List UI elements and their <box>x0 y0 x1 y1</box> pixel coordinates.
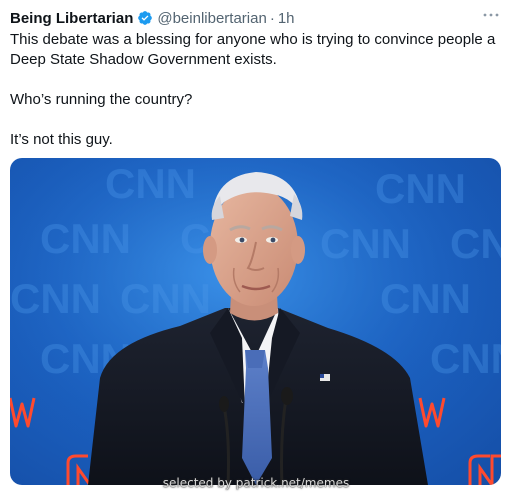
svg-text:CNN: CNN <box>320 220 411 267</box>
svg-text:CNN: CNN <box>450 220 501 267</box>
svg-text:CNN: CNN <box>430 335 501 382</box>
post-text-line: Who’s running the country? <box>10 91 193 108</box>
watermark: selected by patrick.net/memes <box>162 476 350 490</box>
svg-text:CNN: CNN <box>120 275 211 322</box>
separator-dot: · <box>269 9 275 27</box>
post-text-line: This debate was a blessing for anyone wh… <box>10 31 496 68</box>
post-image[interactable]: CNN CNN CNN CNN CNN CNN CNN CNN CNN CNN … <box>10 158 501 485</box>
author-name[interactable]: Being Libertarian <box>10 10 133 27</box>
svg-text:CNN: CNN <box>105 160 196 207</box>
post-time[interactable]: 1h <box>278 10 295 27</box>
post-text-line: It’s not this guy. <box>10 131 113 148</box>
necktie <box>242 350 272 485</box>
debate-photo: CNN CNN CNN CNN CNN CNN CNN CNN CNN CNN … <box>10 158 501 485</box>
svg-text:CNN: CNN <box>375 165 466 212</box>
svg-text:CNN: CNN <box>380 275 471 322</box>
post[interactable]: Being Libertarian @beinlibertarian · 1h … <box>0 0 512 497</box>
post-header: Being Libertarian @beinlibertarian · 1h <box>10 8 295 28</box>
post-text: This debate was a blessing for anyone wh… <box>10 30 502 150</box>
more-horizontal-icon[interactable] <box>482 8 500 22</box>
svg-text:CNN: CNN <box>10 275 101 322</box>
svg-text:CNN: CNN <box>40 215 131 262</box>
verified-badge-icon <box>137 10 153 26</box>
author-handle[interactable]: @beinlibertarian <box>157 10 266 27</box>
